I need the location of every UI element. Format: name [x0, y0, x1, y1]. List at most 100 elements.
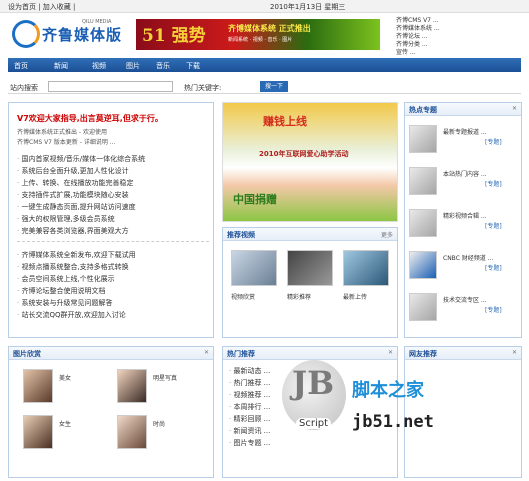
panel-header: 网友推荐 ✕	[405, 347, 521, 360]
search-button[interactable]: 搜一下	[260, 81, 288, 92]
topic-tag[interactable]: [专题]	[485, 265, 502, 273]
list-item[interactable]: 站长交流QQ群开放,欢迎加入讨论	[17, 309, 209, 321]
nav-item[interactable]: 视频	[92, 61, 106, 71]
nav-item[interactable]: 图片	[126, 61, 140, 71]
panel-title: 图片欣赏	[13, 350, 41, 358]
search-tags: 热门关键字:	[184, 84, 222, 92]
panel-title: 热门推荐	[227, 350, 255, 358]
topic-link[interactable]: CNBC 财经频道 ...	[443, 255, 493, 263]
more-link[interactable]: 更多	[381, 230, 393, 239]
top-link[interactable]: 齐博CMS V7 ...	[396, 17, 526, 25]
photo-caption[interactable]: 明星写真	[153, 373, 177, 382]
photo-caption[interactable]: 女生	[59, 419, 71, 428]
watermark-cn: 脚本之家	[352, 380, 424, 401]
topic-tag[interactable]: [专题]	[485, 307, 502, 315]
panel-header: 图片欣赏 ✕	[9, 347, 213, 360]
list-item[interactable]: 齐博媒体系统全新发布,欢迎下载试用	[17, 249, 209, 261]
list-item[interactable]: 完美兼容各类浏览器,界面美观大方	[17, 225, 209, 237]
list-item[interactable]: 国内首家视频/音乐/媒体一体化综合系统	[17, 153, 209, 165]
photo-thumb[interactable]	[117, 415, 147, 449]
topic-tag[interactable]: [专题]	[485, 139, 502, 147]
promo-banner[interactable]: 赚钱上线 2010年互联网爱心助学活动 中国捐赠	[222, 102, 398, 222]
top-date: 2010年1月13日 星期三	[270, 3, 346, 11]
recommend-panel: 推荐视频 更多 视频欣赏 精彩推荐 最新上传	[222, 227, 398, 338]
photo-caption[interactable]: 时尚	[153, 419, 165, 428]
topic-tag[interactable]: [专题]	[485, 223, 502, 231]
list-item[interactable]: 视频点播系统整合,支持多格式转换	[17, 261, 209, 273]
headline-sub: 齐博媒体系统正式推出 - 欢迎使用	[17, 129, 107, 136]
top-link[interactable]: 宣传 ...	[396, 49, 526, 57]
list-item[interactable]: 会员空间系统上线,个性化展示	[17, 273, 209, 285]
list-item[interactable]: 系统后台全面升级,更加人性化设计	[17, 165, 209, 177]
topic-link[interactable]: 本站热门内容 ...	[443, 171, 487, 179]
panel-title: 网友推荐	[409, 350, 437, 358]
banner-slogan: 齐博媒体系统 正式推出	[228, 24, 311, 33]
watermark-script: Script	[296, 418, 332, 429]
top-bar: 设为首页 | 加入收藏 | 2010年1月13日 星期三	[0, 0, 529, 13]
main-nav: 首页 新闻 视频 图片 音乐 下载	[8, 58, 521, 72]
topic-tag[interactable]: [专题]	[485, 181, 502, 189]
news-list: 齐博媒体系统全新发布,欢迎下载试用 视频点播系统整合,支持多格式转换 会员空间系…	[17, 249, 209, 321]
promo-text: 赚钱上线	[263, 115, 307, 128]
topic-thumb[interactable]	[409, 251, 437, 279]
video-thumb[interactable]	[287, 250, 333, 286]
more-icon[interactable]: ✕	[512, 349, 517, 356]
panel-title: 热点专题	[409, 106, 437, 114]
top-link[interactable]: 齐博分类 ...	[396, 41, 526, 49]
list-item[interactable]: 强大的权限管理,多级会员系统	[17, 213, 209, 225]
headline[interactable]: V7欢迎大家指导,出言莫逆耳,但求于行。	[17, 113, 207, 124]
banner-big: 51 强势	[142, 26, 206, 46]
panel-header: 热点专题 ✕	[405, 103, 521, 116]
logo-icon	[12, 20, 40, 48]
more-icon[interactable]: ✕	[204, 349, 209, 356]
nav-item[interactable]: 首页	[14, 61, 28, 71]
search-input[interactable]	[48, 81, 173, 92]
photo-caption[interactable]: 美女	[59, 373, 71, 382]
watermark-jb: JB	[292, 364, 335, 402]
panel-header: 推荐视频 更多	[223, 228, 397, 241]
list-item[interactable]: 支持插件式扩展,功能模块随心安装	[17, 189, 209, 201]
top-right-links: 齐博CMS V7 ... 齐博媒体系统 ... 齐博论坛 ... 齐博分类 ..…	[396, 17, 526, 57]
search-bar: 站内搜索 热门关键字: 搜一下	[8, 80, 521, 94]
hot-topics-panel: 热点专题 ✕ 最新专题报道 ... [专题] 本站热门内容 ... [专题] 精…	[404, 102, 522, 338]
news-list: 国内首家视频/音乐/媒体一体化综合系统 系统后台全面升级,更加人性化设计 上传、…	[17, 153, 209, 237]
watermark: JB Script 脚本之家 jb51.net	[282, 360, 522, 440]
video-caption[interactable]: 最新上传	[343, 292, 367, 301]
promo-text: 中国捐赠	[233, 193, 277, 206]
top-link[interactable]: 齐博论坛 ...	[396, 33, 526, 41]
video-caption[interactable]: 精彩推荐	[287, 292, 311, 301]
topic-link[interactable]: 精彩视频合辑 ...	[443, 213, 487, 221]
nav-item[interactable]: 音乐	[156, 61, 170, 71]
logo-name: 齐鲁媒体版	[42, 26, 123, 44]
nav-item[interactable]: 新闻	[54, 61, 68, 71]
top-link[interactable]: 齐博媒体系统 ...	[396, 25, 526, 33]
topic-thumb[interactable]	[409, 167, 437, 195]
video-thumb[interactable]	[231, 250, 277, 286]
header-banner[interactable]: 51 强势 齐博媒体系统 正式推出 新闻系统 · 视频 · 音乐 · 图片	[136, 19, 380, 50]
left-news-panel: V7欢迎大家指导,出言莫逆耳,但求于行。 齐博媒体系统正式推出 - 欢迎使用 齐…	[8, 102, 214, 338]
watermark-url: jb51.net	[352, 412, 434, 432]
top-links[interactable]: 设为首页 | 加入收藏 |	[8, 2, 75, 12]
banner-sub: 新闻系统 · 视频 · 音乐 · 图片	[228, 37, 293, 43]
photo-panel: 图片欣赏 ✕ 美女 明星写真 女生 时尚	[8, 346, 214, 478]
video-caption[interactable]: 视频欣赏	[231, 292, 255, 301]
panel-header: 热门推荐 ✕	[223, 347, 397, 360]
more-icon[interactable]: ✕	[388, 349, 393, 356]
photo-thumb[interactable]	[23, 415, 53, 449]
panel-title: 推荐视频	[227, 231, 255, 239]
list-item[interactable]: 上传、转换、在线播放功能完善稳定	[17, 177, 209, 189]
topic-link[interactable]: 技术交流专区 ...	[443, 297, 487, 305]
nav-item[interactable]: 下载	[186, 61, 200, 71]
topic-link[interactable]: 最新专题报道 ...	[443, 129, 487, 137]
list-item[interactable]: 一键生成静态页面,提升网站访问速度	[17, 201, 209, 213]
list-item[interactable]: 系统安装与升级常见问题解答	[17, 297, 209, 309]
promo-text: 2010年互联网爱心助学活动	[259, 150, 349, 158]
topic-thumb[interactable]	[409, 293, 437, 321]
list-item[interactable]: 齐博论坛整合使用说明文档	[17, 285, 209, 297]
topic-thumb[interactable]	[409, 125, 437, 153]
photo-thumb[interactable]	[23, 369, 53, 403]
topic-thumb[interactable]	[409, 209, 437, 237]
video-thumb[interactable]	[343, 250, 389, 286]
photo-thumb[interactable]	[117, 369, 147, 403]
more-icon[interactable]: ✕	[512, 105, 517, 112]
